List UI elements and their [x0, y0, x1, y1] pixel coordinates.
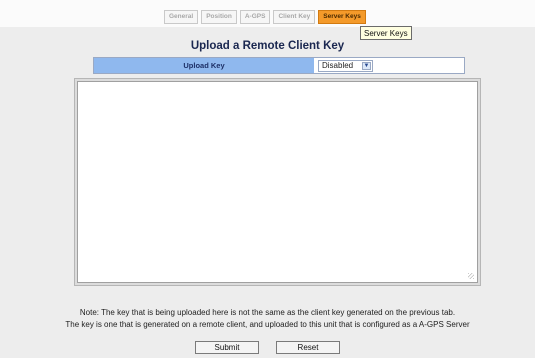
tab-a-gps[interactable]: A-GPS — [239, 10, 271, 24]
upload-key-row: Upload Key Disabled ▼ — [93, 57, 465, 74]
key-textarea-frame — [74, 78, 481, 286]
tab-general[interactable]: General — [164, 10, 199, 24]
submit-button[interactable]: Submit — [195, 341, 259, 354]
button-row: Submit Reset — [0, 341, 535, 354]
tooltip: Server Keys — [360, 26, 412, 40]
page-title: Upload a Remote Client Key — [190, 40, 345, 52]
upload-key-selected-value: Disabled — [322, 61, 354, 70]
upload-key-select[interactable]: Disabled ▼ — [318, 60, 373, 72]
note-line-2: The key is one that is generated on a re… — [65, 320, 470, 329]
note-line-1: Note: The key that is being uploaded her… — [79, 308, 456, 317]
tab-client-key[interactable]: Client Key — [273, 10, 316, 24]
resize-grip-icon[interactable] — [468, 273, 474, 279]
note-text: Note: The key that is being uploaded her… — [0, 307, 535, 331]
reset-button[interactable]: Reset — [276, 341, 340, 354]
upload-key-label: Upload Key — [94, 58, 314, 73]
upload-key-value-cell: Disabled ▼ — [314, 58, 464, 73]
tab-server-keys[interactable]: Server Keys — [318, 10, 366, 24]
key-textarea[interactable] — [77, 81, 478, 283]
chevron-down-icon[interactable]: ▼ — [362, 62, 371, 70]
tab-position[interactable]: Position — [201, 10, 237, 24]
tab-bar: General Position A-GPS Client Key Server… — [164, 10, 366, 24]
